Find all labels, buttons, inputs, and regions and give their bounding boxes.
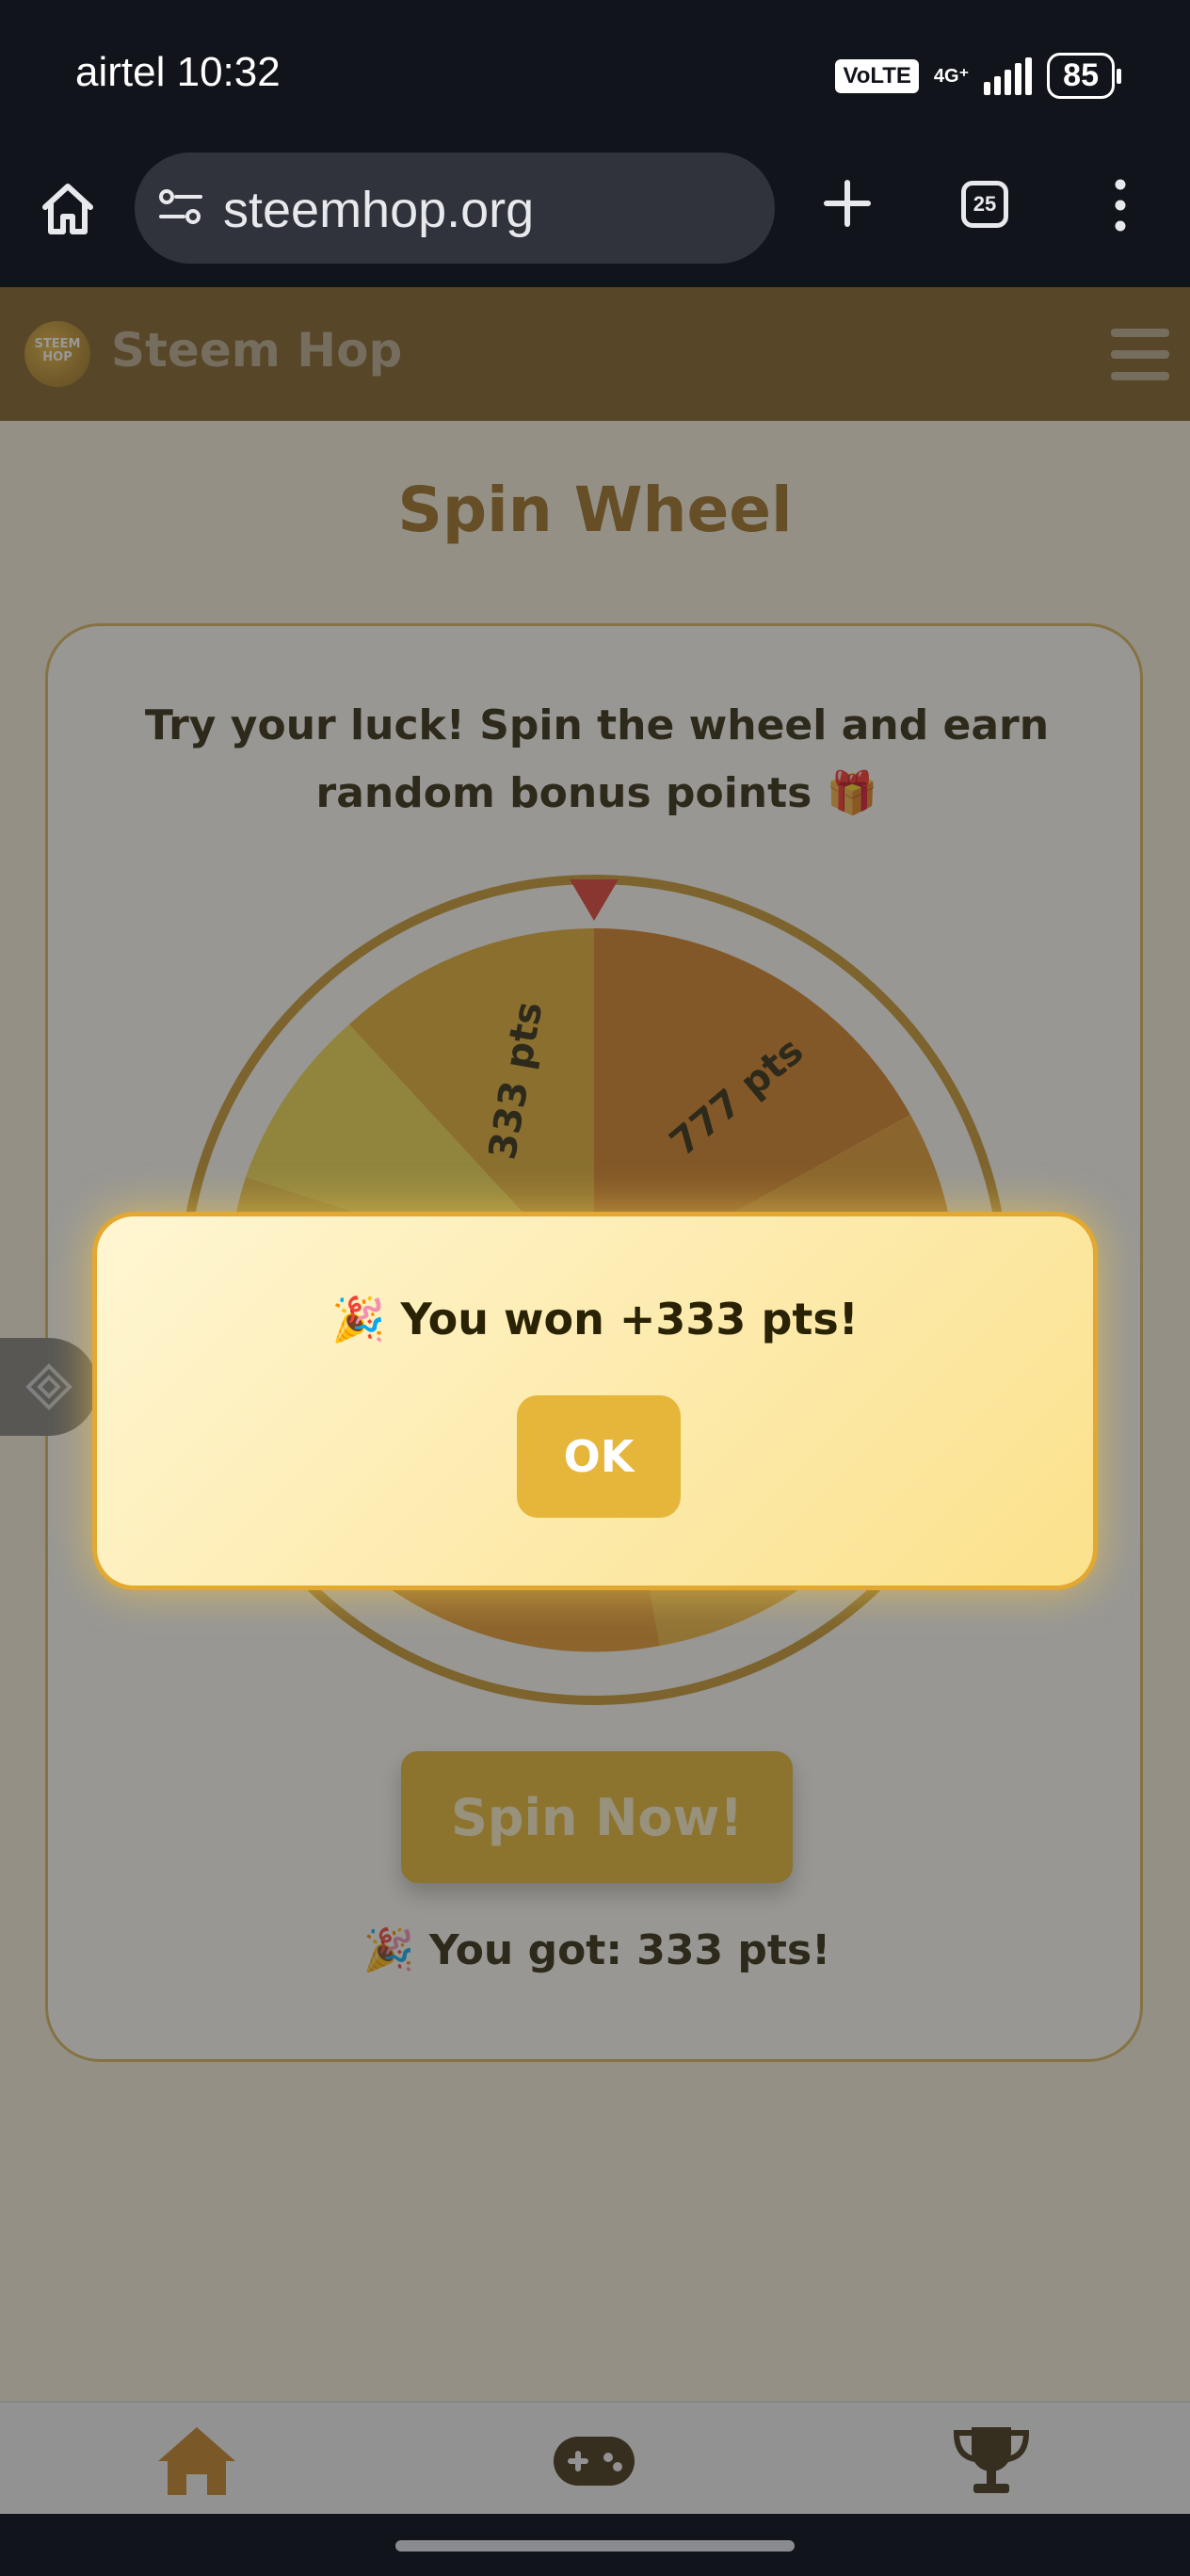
home-icon[interactable] (38, 179, 98, 239)
battery-indicator: 85 (1047, 53, 1121, 99)
more-options-icon[interactable] (1106, 177, 1134, 233)
gesture-bar (0, 2514, 1190, 2576)
network-type: 4G⁺ (933, 65, 970, 87)
volte-badge: VoLTE (835, 58, 919, 93)
browser-toolbar: steemhop.org 25 (0, 151, 1190, 287)
new-tab-icon[interactable] (821, 177, 874, 230)
win-message: 🎉 You won +333 pts! (331, 1294, 859, 1344)
url-bar[interactable]: steemhop.org (135, 153, 775, 264)
home-gesture-handle[interactable] (395, 2540, 795, 2552)
signal-icon (984, 56, 1033, 95)
status-icons: VoLTE 4G⁺ 85 (835, 53, 1121, 99)
site-settings-icon[interactable] (157, 188, 204, 226)
win-dialog: 🎉 You won +333 pts! OK (92, 1212, 1098, 1590)
tab-switcher-button[interactable]: 25 (961, 181, 1008, 228)
status-bar: airtel 10:32 VoLTE 4G⁺ 85 (0, 0, 1190, 151)
ok-button[interactable]: OK (517, 1395, 681, 1518)
carrier-time: airtel 10:32 (75, 49, 281, 95)
url-text[interactable]: steemhop.org (223, 181, 534, 239)
